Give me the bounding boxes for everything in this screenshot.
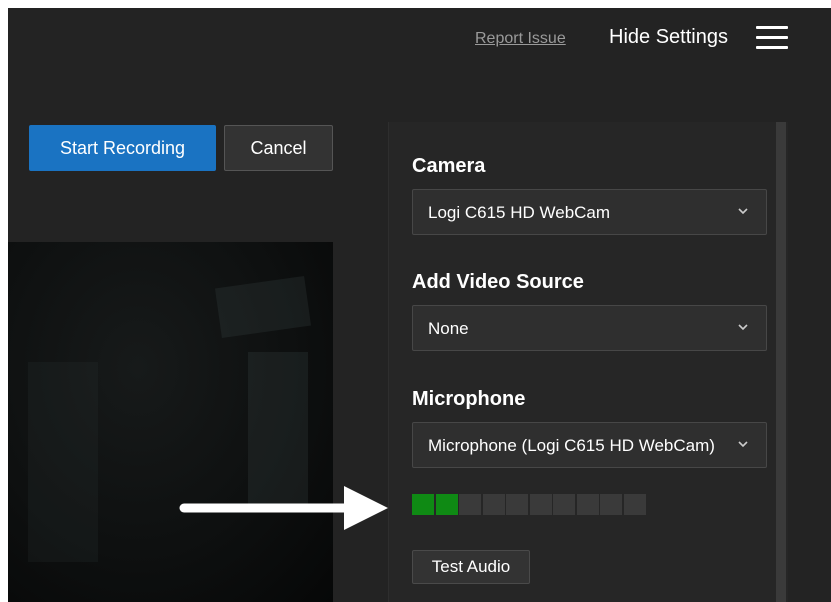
settings-panel: Camera Logi C615 HD WebCam Add Video Sou… (388, 122, 788, 602)
hamburger-menu-icon[interactable] (756, 26, 788, 50)
microphone-select-value: Microphone (Logi C615 HD WebCam) (428, 436, 715, 455)
test-audio-button[interactable]: Test Audio (412, 550, 530, 584)
audio-level-segment (482, 494, 505, 515)
hide-settings-button[interactable]: Hide Settings (609, 26, 728, 49)
video-source-label: Add Video Source (412, 271, 584, 293)
audio-level-meter (412, 494, 647, 515)
microphone-select[interactable]: Microphone (Logi C615 HD WebCam) (412, 422, 767, 468)
audio-level-segment (459, 494, 481, 515)
audio-level-segment (506, 494, 528, 515)
settings-scrollbar[interactable] (776, 122, 786, 602)
audio-level-segment (435, 494, 458, 515)
start-recording-button[interactable]: Start Recording (29, 125, 216, 171)
audio-level-segment (529, 494, 552, 515)
audio-level-segment (412, 494, 434, 515)
audio-level-segment (553, 494, 575, 515)
camera-label: Camera (412, 155, 486, 177)
arrow-right-icon (179, 486, 388, 530)
chevron-down-icon (738, 324, 748, 331)
cancel-button[interactable]: Cancel (224, 125, 333, 171)
chevron-down-icon (738, 441, 748, 448)
chevron-down-icon (738, 208, 748, 215)
app-window: Report Issue Hide Settings Start Recordi… (8, 8, 831, 602)
camera-preview (8, 242, 333, 602)
audio-level-segment (623, 494, 646, 515)
audio-level-segment (600, 494, 622, 515)
video-source-select-value: None (428, 319, 469, 338)
video-source-select[interactable]: None (412, 305, 767, 351)
audio-level-segment (576, 494, 599, 515)
report-issue-link[interactable]: Report Issue (475, 30, 566, 48)
microphone-label: Microphone (412, 388, 526, 410)
camera-select-value: Logi C615 HD WebCam (428, 203, 611, 222)
camera-select[interactable]: Logi C615 HD WebCam (412, 189, 767, 235)
